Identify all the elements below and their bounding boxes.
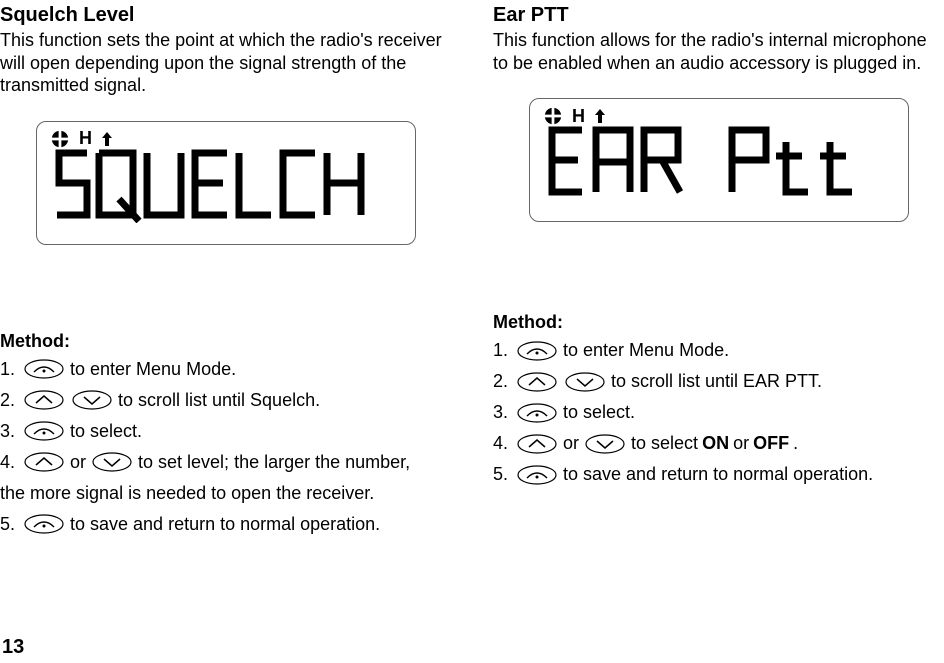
menu-button-icon [24,359,64,379]
step-text: to save and return to normal operation. [563,461,873,488]
down-button-icon [585,434,625,454]
step-text: to select. [563,399,635,426]
step-text: to select [631,430,698,457]
down-button-icon [92,452,132,472]
lcd-text-earptt [540,122,902,215]
menu-button-icon [517,465,557,485]
step-text: . [793,430,798,457]
step-num: 2. [0,387,18,414]
menu-button-icon [517,403,557,423]
on-label: ON [702,430,729,457]
steps-left: 1. to enter Menu Mode. 2. to scroll list… [0,356,449,538]
up-button-icon [24,452,64,472]
step-num: 1. [0,356,18,383]
step-text: to save and return to normal operation. [70,511,380,538]
step-num: 4. [0,449,18,476]
step-num: 3. [0,418,18,445]
step-text: or [733,430,749,457]
earptt-desc: This function allows for the radio's int… [493,29,938,74]
earptt-title: Ear PTT [493,4,938,27]
menu-button-icon [24,514,64,534]
lcd-earptt: H [529,98,909,222]
step-continuation: the more signal is needed to open the re… [0,480,449,507]
step-num: 5. [0,511,18,538]
method-label-right: Method: [493,312,938,333]
step-text: to enter Menu Mode. [563,337,729,364]
step-num: 1. [493,337,511,364]
step-num: 4. [493,430,511,457]
lcd-text-squelch [47,145,409,238]
menu-button-icon [24,421,64,441]
step-text: or [563,430,579,457]
down-button-icon [72,390,112,410]
step-text: to select. [70,418,142,445]
steps-right: 1. to enter Menu Mode. 2. to scroll list [493,337,938,488]
step-text: to scroll list until Squelch. [118,387,320,414]
page-number: 13 [2,636,24,659]
squelch-desc: This function sets the point at which th… [0,29,449,97]
step-num: 2. [493,368,511,395]
up-button-icon [24,390,64,410]
up-button-icon [517,372,557,392]
menu-button-icon [517,341,557,361]
step-num: 5. [493,461,511,488]
step-text: to scroll list until EAR PTT. [611,368,822,395]
method-label-left: Method: [0,331,449,352]
off-label: OFF [753,430,789,457]
lcd-squelch: H [36,121,416,245]
down-button-icon [565,372,605,392]
squelch-title: Squelch Level [0,4,449,27]
step-num: 3. [493,399,511,426]
up-button-icon [517,434,557,454]
step-text: to set level; the larger the number, [138,449,410,476]
step-text: or [70,449,86,476]
step-text: to enter Menu Mode. [70,356,236,383]
